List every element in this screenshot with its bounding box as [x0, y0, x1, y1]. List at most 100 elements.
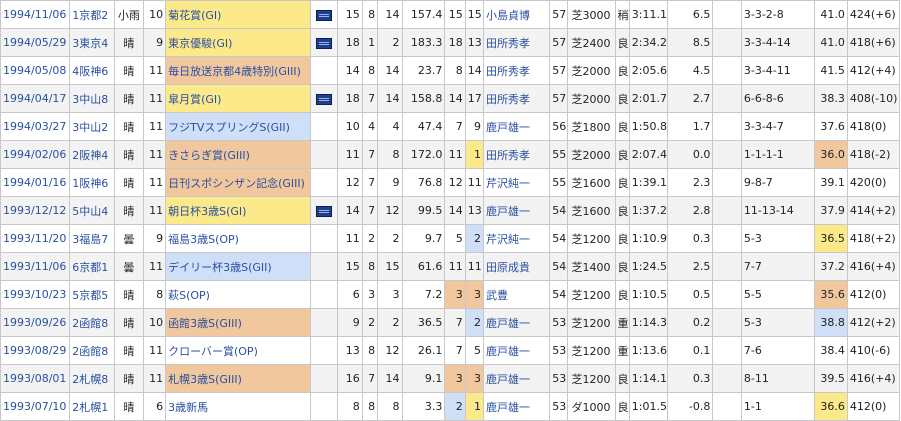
video-icon[interactable]	[316, 93, 333, 105]
video-cell[interactable]	[309, 196, 339, 225]
jockey[interactable]: 鹿戸雄一	[483, 392, 551, 421]
race-name-link[interactable]: 朝日杯3歳S(GI)	[168, 205, 246, 218]
race-date[interactable]: 1993/11/20	[0, 224, 71, 253]
jockey[interactable]: 鹿戸雄一	[483, 112, 551, 141]
race-name[interactable]: 毎日放送京都4歳特別(GIII)	[165, 56, 311, 85]
race-name[interactable]: 札幌3歳S(GIII)	[165, 364, 311, 393]
race-name[interactable]: 3歳新馬	[165, 392, 311, 421]
venue[interactable]: 3東京4	[69, 28, 116, 57]
race-name-link[interactable]: フジTVスプリングS(GII)	[168, 121, 290, 134]
race-name[interactable]: きさらぎ賞(GIII)	[165, 140, 311, 169]
race-date[interactable]: 1993/11/06	[0, 252, 71, 281]
race-name-link[interactable]: 毎日放送京都4歳特別(GIII)	[168, 65, 301, 78]
race-date[interactable]: 1993/12/12	[0, 196, 71, 225]
video-cell[interactable]	[309, 140, 339, 169]
race-name[interactable]: 日刊スポシンザン記念(GIII)	[165, 168, 311, 197]
jockey[interactable]: 田所秀孝	[483, 56, 551, 85]
race-date[interactable]: 1994/05/29	[0, 28, 71, 57]
venue[interactable]: 1京都2	[69, 0, 116, 29]
jockey[interactable]: 芹沢純一	[483, 168, 551, 197]
race-name[interactable]: 萩S(OP)	[165, 280, 311, 309]
venue[interactable]: 6京都1	[69, 252, 116, 281]
race-name[interactable]: 皐月賞(GI)	[165, 84, 311, 113]
blank-cell	[712, 252, 742, 281]
last-3f: 38.3	[814, 84, 848, 113]
video-cell[interactable]	[309, 336, 339, 365]
race-date[interactable]: 1994/03/27	[0, 112, 71, 141]
venue[interactable]: 2函館8	[69, 336, 116, 365]
jockey[interactable]: 田所秀孝	[483, 28, 551, 57]
race-date[interactable]: 1993/09/26	[0, 308, 71, 337]
video-icon[interactable]	[316, 9, 333, 21]
venue[interactable]: 4阪神6	[69, 56, 116, 85]
race-name-link[interactable]: 札幌3歳S(GIII)	[168, 373, 242, 386]
race-name-link[interactable]: 3歳新馬	[168, 401, 208, 414]
race-date[interactable]: 1993/08/29	[0, 336, 71, 365]
video-cell[interactable]	[309, 308, 339, 337]
race-date[interactable]: 1994/04/17	[0, 84, 71, 113]
race-name-link[interactable]: デイリー杯3歳S(GII)	[168, 261, 272, 274]
jockey[interactable]: 鹿戸雄一	[483, 364, 551, 393]
race-date[interactable]: 1994/02/06	[0, 140, 71, 169]
venue[interactable]: 3中山8	[69, 84, 116, 113]
venue[interactable]: 2札幌1	[69, 392, 116, 421]
video-cell[interactable]	[309, 392, 339, 421]
venue[interactable]: 5中山4	[69, 196, 116, 225]
video-icon[interactable]	[316, 37, 333, 49]
race-name[interactable]: 菊花賞(GI)	[165, 0, 311, 29]
video-cell[interactable]	[309, 168, 339, 197]
venue[interactable]: 5京都5	[69, 280, 116, 309]
video-cell[interactable]	[309, 56, 339, 85]
race-name-link[interactable]: 函館3歳S(GIII)	[168, 317, 242, 330]
race-date[interactable]: 1994/11/06	[0, 0, 71, 29]
video-icon[interactable]	[316, 205, 333, 217]
video-cell[interactable]	[309, 28, 339, 57]
race-name-link[interactable]: 福島3歳S(OP)	[168, 233, 239, 246]
venue[interactable]: 2阪神4	[69, 140, 116, 169]
race-name-link[interactable]: 日刊スポシンザン記念(GIII)	[168, 177, 305, 190]
video-cell[interactable]	[309, 84, 339, 113]
venue[interactable]: 3中山2	[69, 112, 116, 141]
video-cell[interactable]	[309, 364, 339, 393]
race-name-link[interactable]: 東京優駿(GI)	[168, 37, 232, 50]
venue[interactable]: 2函館8	[69, 308, 116, 337]
race-name-link[interactable]: 皐月賞(GI)	[168, 93, 221, 106]
race-date[interactable]: 1994/01/16	[0, 168, 71, 197]
jockey[interactable]: 芹沢純一	[483, 224, 551, 253]
jockey[interactable]: 鹿戸雄一	[483, 336, 551, 365]
venue[interactable]: 3福島7	[69, 224, 116, 253]
jockey[interactable]: 田所秀孝	[483, 84, 551, 113]
blank-cell	[712, 168, 742, 197]
jockey[interactable]: 鹿戸雄一	[483, 308, 551, 337]
race-date[interactable]: 1993/10/23	[0, 280, 71, 309]
race-name-link[interactable]: 菊花賞(GI)	[168, 9, 221, 22]
jockey[interactable]: 鹿戸雄一	[483, 196, 551, 225]
race-name[interactable]: デイリー杯3歳S(GII)	[165, 252, 311, 281]
gate-number: 7	[361, 168, 379, 197]
jockey[interactable]: 武豊	[483, 280, 551, 309]
race-name-link[interactable]: 萩S(OP)	[168, 289, 210, 302]
race-date[interactable]: 1993/07/10	[0, 392, 71, 421]
venue[interactable]: 1阪神6	[69, 168, 116, 197]
race-name[interactable]: 東京優駿(GI)	[165, 28, 311, 57]
video-cell[interactable]	[309, 112, 339, 141]
race-name[interactable]: フジTVスプリングS(GII)	[165, 112, 311, 141]
jockey[interactable]: 田所秀孝	[483, 140, 551, 169]
race-date[interactable]: 1993/08/01	[0, 364, 71, 393]
race-name-link[interactable]: クローバー賞(OP)	[168, 345, 258, 358]
race-name[interactable]: 函館3歳S(GIII)	[165, 308, 311, 337]
jockey[interactable]: 小島貞博	[483, 0, 551, 29]
video-cell[interactable]	[309, 224, 339, 253]
race-name[interactable]: 朝日杯3歳S(GI)	[165, 196, 311, 225]
race-name[interactable]: 福島3歳S(OP)	[165, 224, 311, 253]
venue[interactable]: 2札幌8	[69, 364, 116, 393]
blank-cell	[712, 224, 742, 253]
passing-order: 7-6	[740, 336, 816, 365]
race-name[interactable]: クローバー賞(OP)	[165, 336, 311, 365]
video-cell[interactable]	[309, 252, 339, 281]
race-name-link[interactable]: きさらぎ賞(GIII)	[168, 149, 250, 162]
jockey[interactable]: 田原成貴	[483, 252, 551, 281]
race-date[interactable]: 1994/05/08	[0, 56, 71, 85]
video-cell[interactable]	[309, 0, 339, 29]
video-cell[interactable]	[309, 280, 339, 309]
